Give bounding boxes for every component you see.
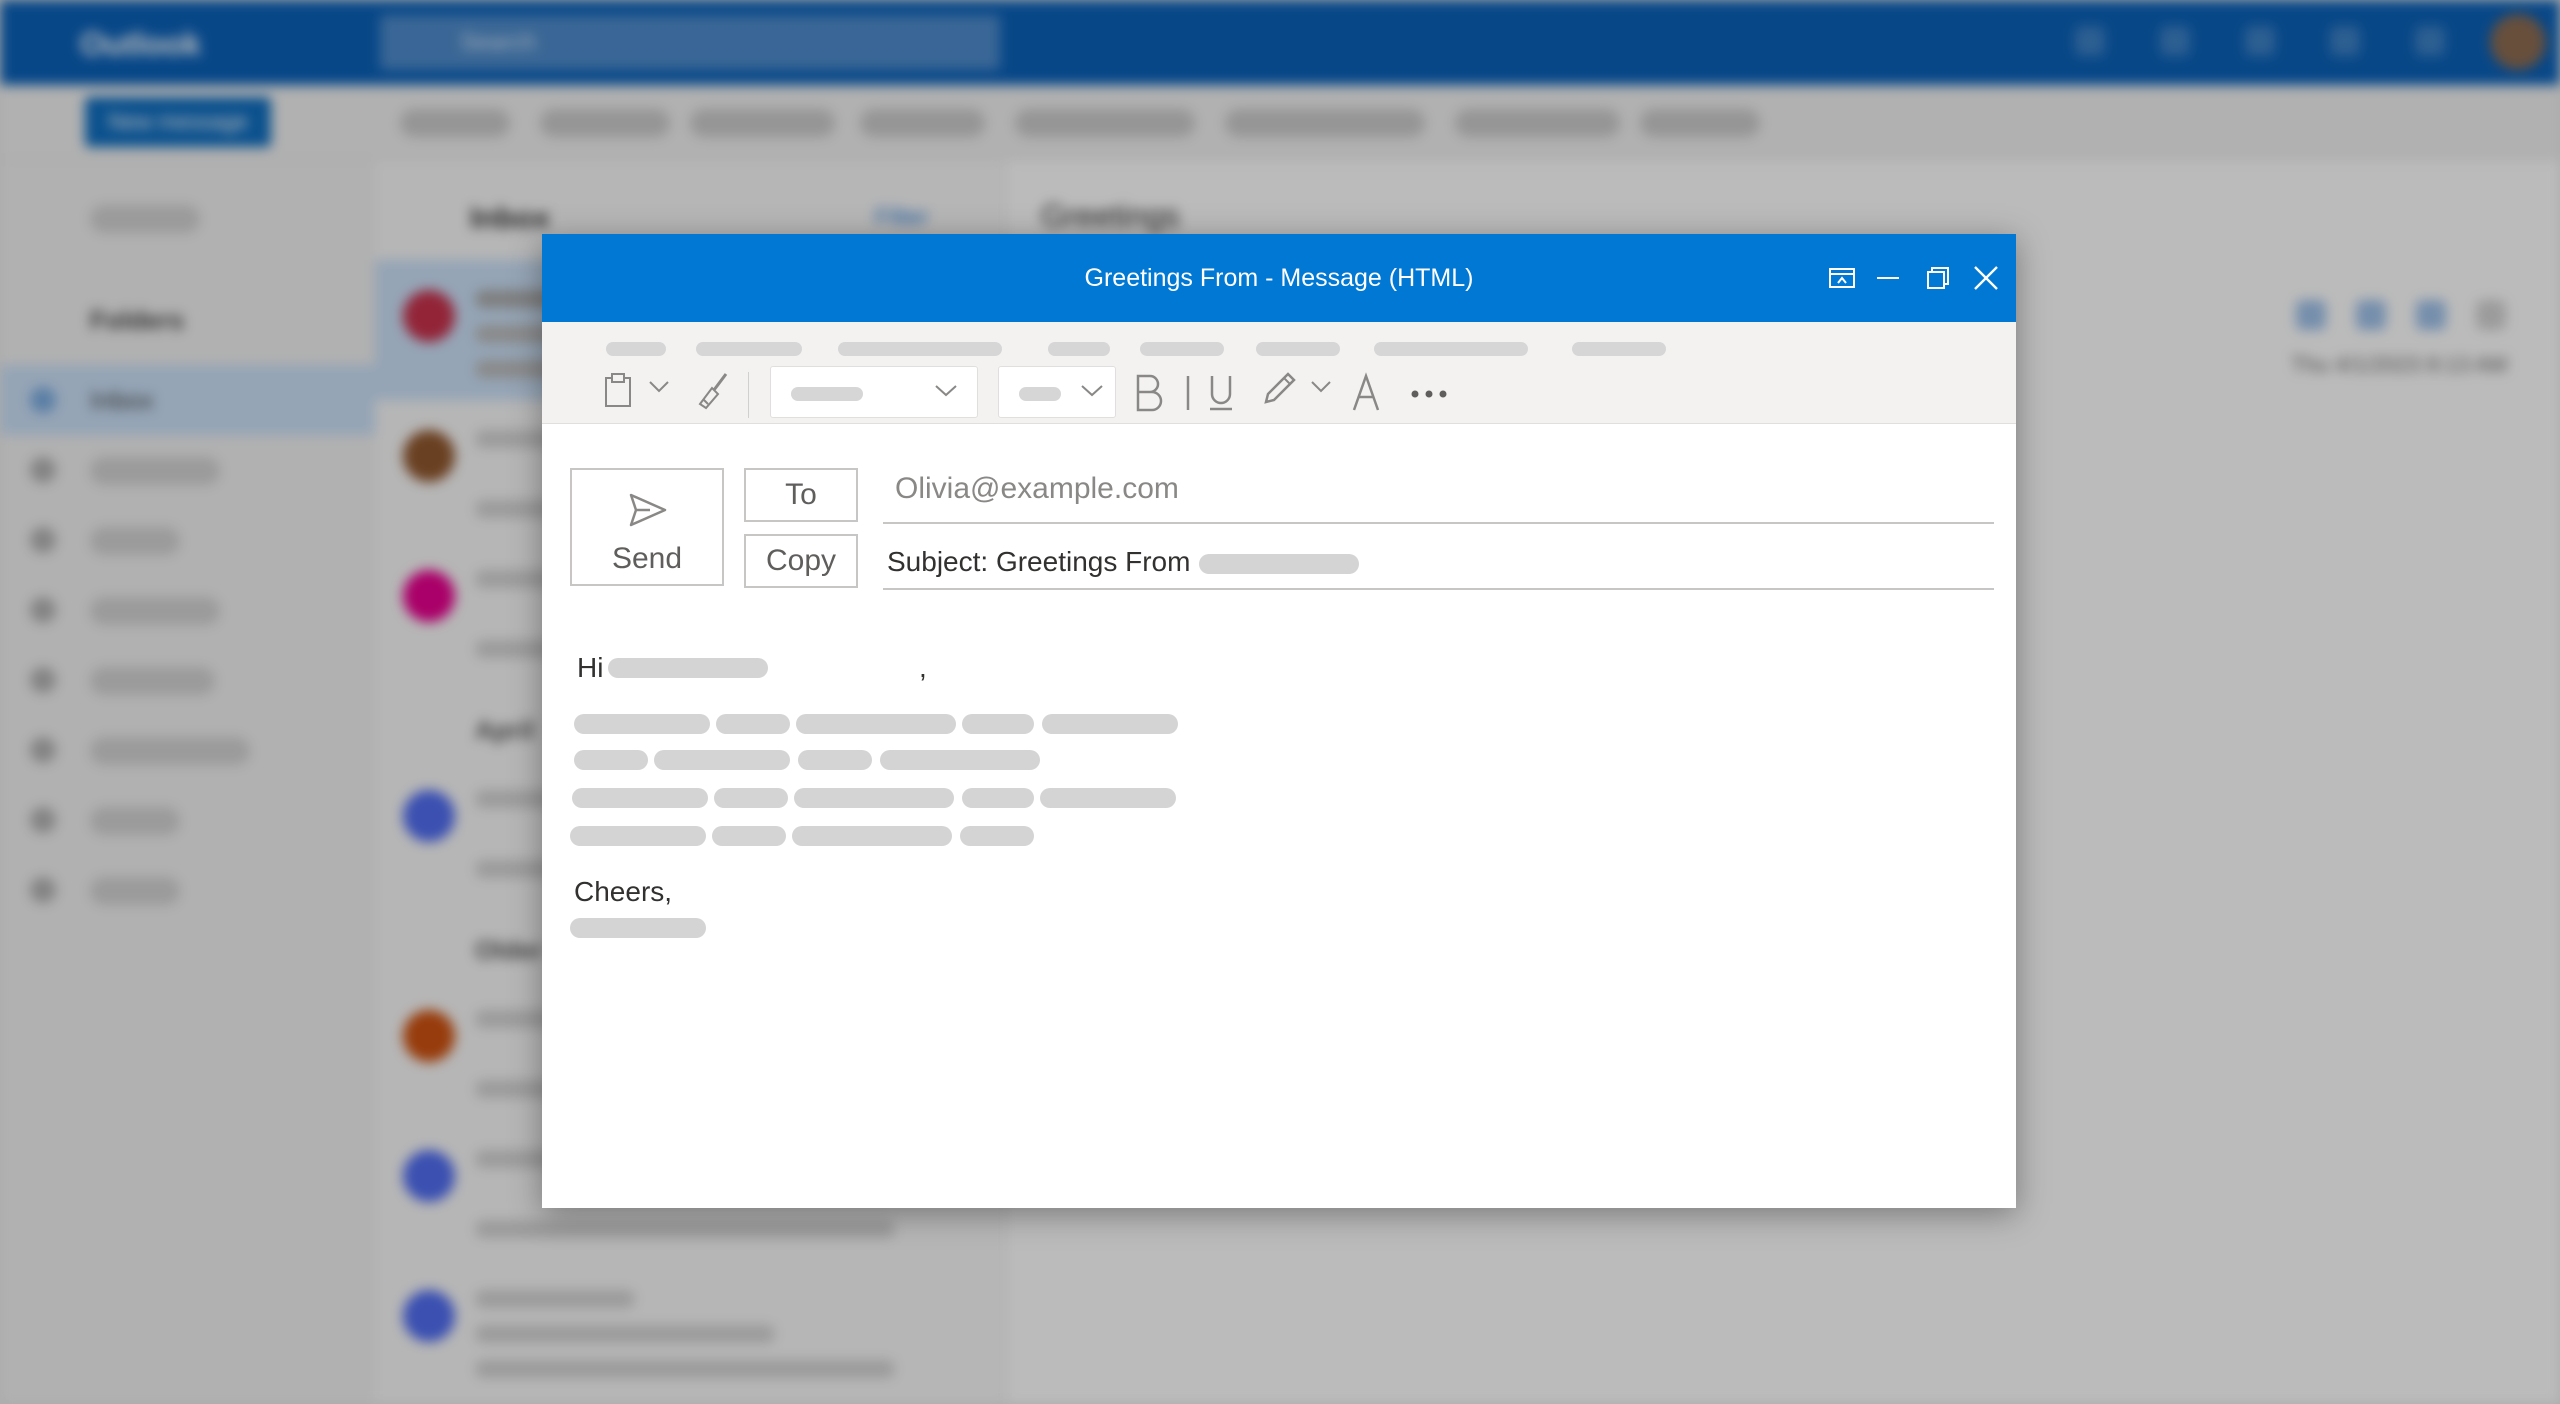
redacted-text	[1199, 554, 1359, 574]
ribbon-tab[interactable]	[696, 342, 802, 356]
font-family-value	[791, 387, 863, 401]
font-color-icon[interactable]	[1350, 372, 1382, 417]
compose-titlebar: Greetings From - Message (HTML)	[542, 234, 2016, 322]
ribbon-tab[interactable]	[838, 342, 1002, 356]
redacted-name	[608, 658, 768, 678]
redacted-text	[794, 788, 954, 808]
ribbon-tab[interactable]	[1140, 342, 1224, 356]
compose-window: Greetings From - Message (HTML) Send To …	[542, 234, 2016, 1208]
redacted-text	[796, 714, 956, 734]
subject-text: Subject: Greetings From	[887, 546, 1191, 577]
subject-field[interactable]: Subject: Greetings From	[883, 534, 1994, 590]
closing-text: Cheers,	[574, 876, 673, 907]
italic-icon[interactable]	[1178, 372, 1198, 417]
send-button[interactable]: Send	[570, 468, 724, 586]
redacted-text	[1040, 788, 1176, 808]
chevron-down-icon	[935, 385, 957, 397]
compose-ribbon	[542, 322, 2016, 424]
redacted-text	[712, 826, 786, 846]
font-size-dropdown[interactable]	[998, 366, 1116, 418]
redacted-text	[962, 788, 1034, 808]
window-title: Greetings From - Message (HTML)	[1084, 264, 1474, 292]
popout-icon[interactable]	[1822, 258, 1862, 298]
redacted-text	[792, 826, 952, 846]
redacted-text	[572, 788, 708, 808]
chevron-down-icon[interactable]	[1310, 380, 1332, 399]
format-painter-icon[interactable]	[692, 366, 732, 415]
ribbon-tab[interactable]	[606, 342, 666, 356]
ribbon-tab[interactable]	[1256, 342, 1340, 356]
to-recipient: Olivia@example.com	[895, 472, 1179, 505]
redacted-signature	[570, 918, 706, 938]
redacted-text	[716, 714, 790, 734]
chevron-down-icon	[1081, 385, 1103, 397]
redacted-text	[880, 750, 1040, 770]
restore-icon[interactable]	[1918, 258, 1958, 298]
redacted-text	[960, 826, 1034, 846]
font-size-value	[1019, 387, 1061, 401]
underline-icon[interactable]	[1206, 372, 1236, 417]
send-icon	[629, 493, 667, 527]
ribbon-separator	[748, 372, 749, 418]
send-label: Send	[611, 542, 683, 575]
message-body[interactable]	[542, 614, 2016, 1208]
paste-icon[interactable]	[602, 370, 636, 415]
ribbon-tab[interactable]	[1048, 342, 1110, 356]
ribbon-tab[interactable]	[1374, 342, 1528, 356]
bold-icon[interactable]	[1132, 372, 1164, 417]
greeting-hi: Hi	[577, 652, 604, 683]
redacted-text	[798, 750, 872, 770]
redacted-text	[570, 826, 706, 846]
redacted-text	[1042, 714, 1178, 734]
ribbon-tab[interactable]	[1572, 342, 1666, 356]
chevron-down-icon[interactable]	[648, 380, 670, 399]
to-button[interactable]: To	[744, 468, 858, 522]
redacted-text	[574, 714, 710, 734]
redacted-text	[574, 750, 648, 770]
highlight-icon[interactable]	[1258, 368, 1298, 417]
greeting-comma: ,	[919, 652, 927, 683]
close-icon[interactable]	[1966, 258, 2006, 298]
minimize-icon[interactable]	[1868, 258, 1908, 298]
more-icon[interactable]	[1410, 386, 1450, 404]
to-field[interactable]: Olivia@example.com	[883, 466, 1994, 524]
redacted-text	[654, 750, 790, 770]
redacted-text	[962, 714, 1034, 734]
copy-button[interactable]: Copy	[744, 534, 858, 588]
font-family-dropdown[interactable]	[770, 366, 978, 418]
redacted-text	[714, 788, 788, 808]
